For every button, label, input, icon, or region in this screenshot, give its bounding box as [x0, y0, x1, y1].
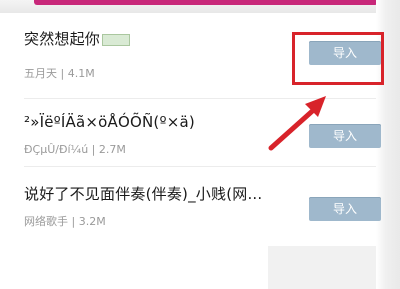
bottom-panel: [268, 246, 376, 289]
import-button-3[interactable]: 导入: [309, 197, 381, 221]
song-title: 突然想起你: [24, 28, 131, 49]
song-title: 说好了不见面伴奏(伴奏)_小贱(网...: [24, 185, 263, 203]
song-row-3[interactable]: 说好了不见面伴奏(伴奏)_小贱(网... 网络歌手 | 3.2M 导入: [0, 167, 381, 237]
top-bar: [0, 0, 400, 13]
song-row-2[interactable]: ²»ÏëºÍÄã×öÅÓÕÑ(º×ä) ÐÇµÛ/Ðí¼ú | 2.7M 导入: [0, 99, 381, 165]
song-title: ²»ÏëºÍÄã×öÅÓÕÑ(º×ä): [24, 113, 195, 131]
song-meta: ÐÇµÛ/Ðí¼ú | 2.7M: [24, 143, 126, 156]
song-meta: 五月天 | 4.1M: [24, 67, 95, 80]
quality-badge-icon: [102, 33, 131, 46]
highlight-box: [292, 32, 384, 85]
song-meta: 网络歌手 | 3.2M: [24, 215, 106, 228]
accent-strip: [34, 0, 378, 5]
import-button-2[interactable]: 导入: [309, 124, 381, 148]
